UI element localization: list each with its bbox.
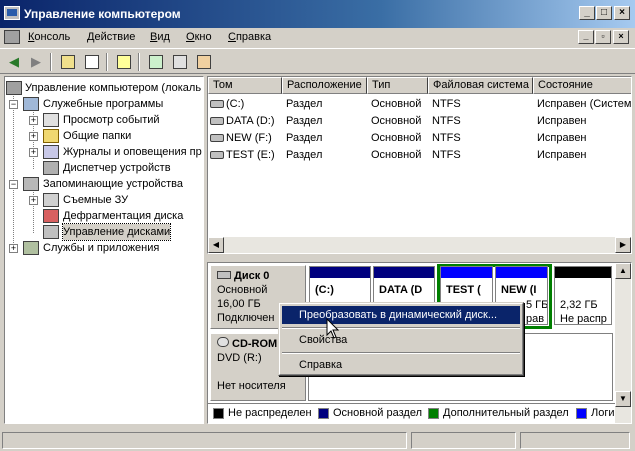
column-header-volume[interactable]: Том bbox=[208, 77, 282, 94]
column-header-layout[interactable]: Расположение bbox=[282, 77, 367, 94]
drive-icon bbox=[210, 134, 224, 143]
legend-swatch-extended bbox=[428, 408, 439, 419]
status-cell-main bbox=[2, 432, 407, 449]
minimize-button[interactable]: _ bbox=[579, 6, 595, 20]
legend-swatch-logical bbox=[576, 408, 587, 419]
show-tree-icon[interactable] bbox=[82, 52, 102, 72]
menu-view[interactable]: Вид bbox=[150, 31, 170, 43]
mdi-minimize-button[interactable]: _ bbox=[578, 30, 594, 44]
menu-item-help[interactable]: Справка bbox=[282, 356, 520, 374]
tools-icon bbox=[23, 97, 39, 111]
menu-action[interactable]: Действие bbox=[87, 31, 135, 43]
expand-icon[interactable]: + bbox=[29, 196, 38, 205]
back-arrow-icon[interactable]: ◀ bbox=[4, 52, 24, 72]
vertical-scrollbar[interactable]: ▲ ▼ bbox=[615, 263, 631, 423]
scroll-right-button[interactable]: ▶ bbox=[615, 237, 631, 253]
window-title: Управление компьютером bbox=[24, 7, 181, 21]
menu-item-convert-dynamic[interactable]: Преобразовать в динамический диск... bbox=[282, 306, 520, 324]
computer-icon bbox=[6, 81, 22, 95]
refresh-icon[interactable] bbox=[146, 52, 166, 72]
close-button[interactable]: × bbox=[614, 6, 630, 20]
expand-icon[interactable]: + bbox=[29, 116, 38, 125]
column-header-type[interactable]: Тип bbox=[367, 77, 428, 94]
expand-icon[interactable]: + bbox=[9, 244, 18, 253]
volume-unallocated[interactable]: 2,32 ГБ Не распр bbox=[554, 266, 612, 325]
expand-icon[interactable]: + bbox=[29, 148, 38, 157]
drive-icon bbox=[210, 117, 224, 126]
console-icon[interactable] bbox=[4, 30, 20, 44]
drive-icon bbox=[210, 151, 224, 160]
performance-logs-icon bbox=[43, 145, 59, 159]
disk-management-icon bbox=[43, 225, 59, 239]
properties-icon[interactable] bbox=[170, 52, 190, 72]
maximize-button[interactable]: □ bbox=[596, 6, 612, 20]
pane-splitter[interactable] bbox=[207, 254, 632, 262]
drive-icon bbox=[210, 100, 224, 109]
menu-help[interactable]: Справка bbox=[228, 31, 271, 43]
mdi-close-button[interactable]: × bbox=[613, 30, 629, 44]
legend-swatch-unallocated bbox=[213, 408, 224, 419]
event-viewer-icon bbox=[43, 113, 59, 127]
hard-disk-icon bbox=[217, 271, 231, 279]
computer-management-icon bbox=[4, 6, 20, 20]
status-cell-3 bbox=[520, 432, 630, 449]
disk-help-icon[interactable] bbox=[194, 52, 214, 72]
toolbar: ◀ ▶ bbox=[0, 48, 635, 74]
menu-bar: Консоль Действие Вид Окно Справка _ ▫ × bbox=[0, 28, 635, 48]
console-tree[interactable]: Управление компьютером (локаль − Служебн… bbox=[4, 76, 204, 424]
title-bar[interactable]: Управление компьютером _ □ × bbox=[0, 0, 635, 28]
mouse-cursor-icon bbox=[326, 318, 340, 339]
scroll-left-button[interactable]: ◀ bbox=[208, 237, 224, 253]
collapse-icon[interactable]: − bbox=[9, 180, 18, 189]
horizontal-scrollbar[interactable]: ◀ ▶ bbox=[208, 237, 631, 253]
menu-item-properties[interactable]: Свойства bbox=[282, 331, 520, 349]
storage-icon bbox=[23, 177, 39, 191]
scroll-up-button[interactable]: ▲ bbox=[615, 263, 631, 279]
services-icon bbox=[23, 241, 39, 255]
menu-console[interactable]: Консоль bbox=[28, 31, 70, 43]
status-cell-2 bbox=[411, 432, 516, 449]
mdi-restore-button[interactable]: ▫ bbox=[595, 30, 611, 44]
legend: Не распределен Основной раздел Дополните… bbox=[208, 403, 631, 423]
context-menu: Преобразовать в динамический диск... Сво… bbox=[278, 302, 524, 376]
column-header-filesystem[interactable]: Файловая система bbox=[428, 77, 533, 94]
removable-storage-icon bbox=[43, 193, 59, 207]
folder-icon bbox=[43, 129, 59, 143]
forward-arrow-icon[interactable]: ▶ bbox=[26, 52, 46, 72]
menu-window[interactable]: Окно bbox=[186, 31, 212, 43]
scroll-down-button[interactable]: ▼ bbox=[615, 391, 631, 407]
help-icon[interactable] bbox=[114, 52, 134, 72]
legend-swatch-primary bbox=[318, 408, 329, 419]
status-bar bbox=[2, 430, 633, 449]
column-header-status[interactable]: Состояние bbox=[533, 77, 631, 94]
defrag-icon bbox=[43, 209, 59, 223]
cdrom-icon bbox=[217, 337, 229, 347]
device-manager-icon bbox=[43, 161, 59, 175]
expand-icon[interactable]: + bbox=[29, 132, 38, 141]
collapse-icon[interactable]: − bbox=[9, 100, 18, 109]
up-folder-icon[interactable] bbox=[58, 52, 78, 72]
volume-list[interactable]: Том Расположение Тип Файловая система Со… bbox=[207, 76, 632, 254]
